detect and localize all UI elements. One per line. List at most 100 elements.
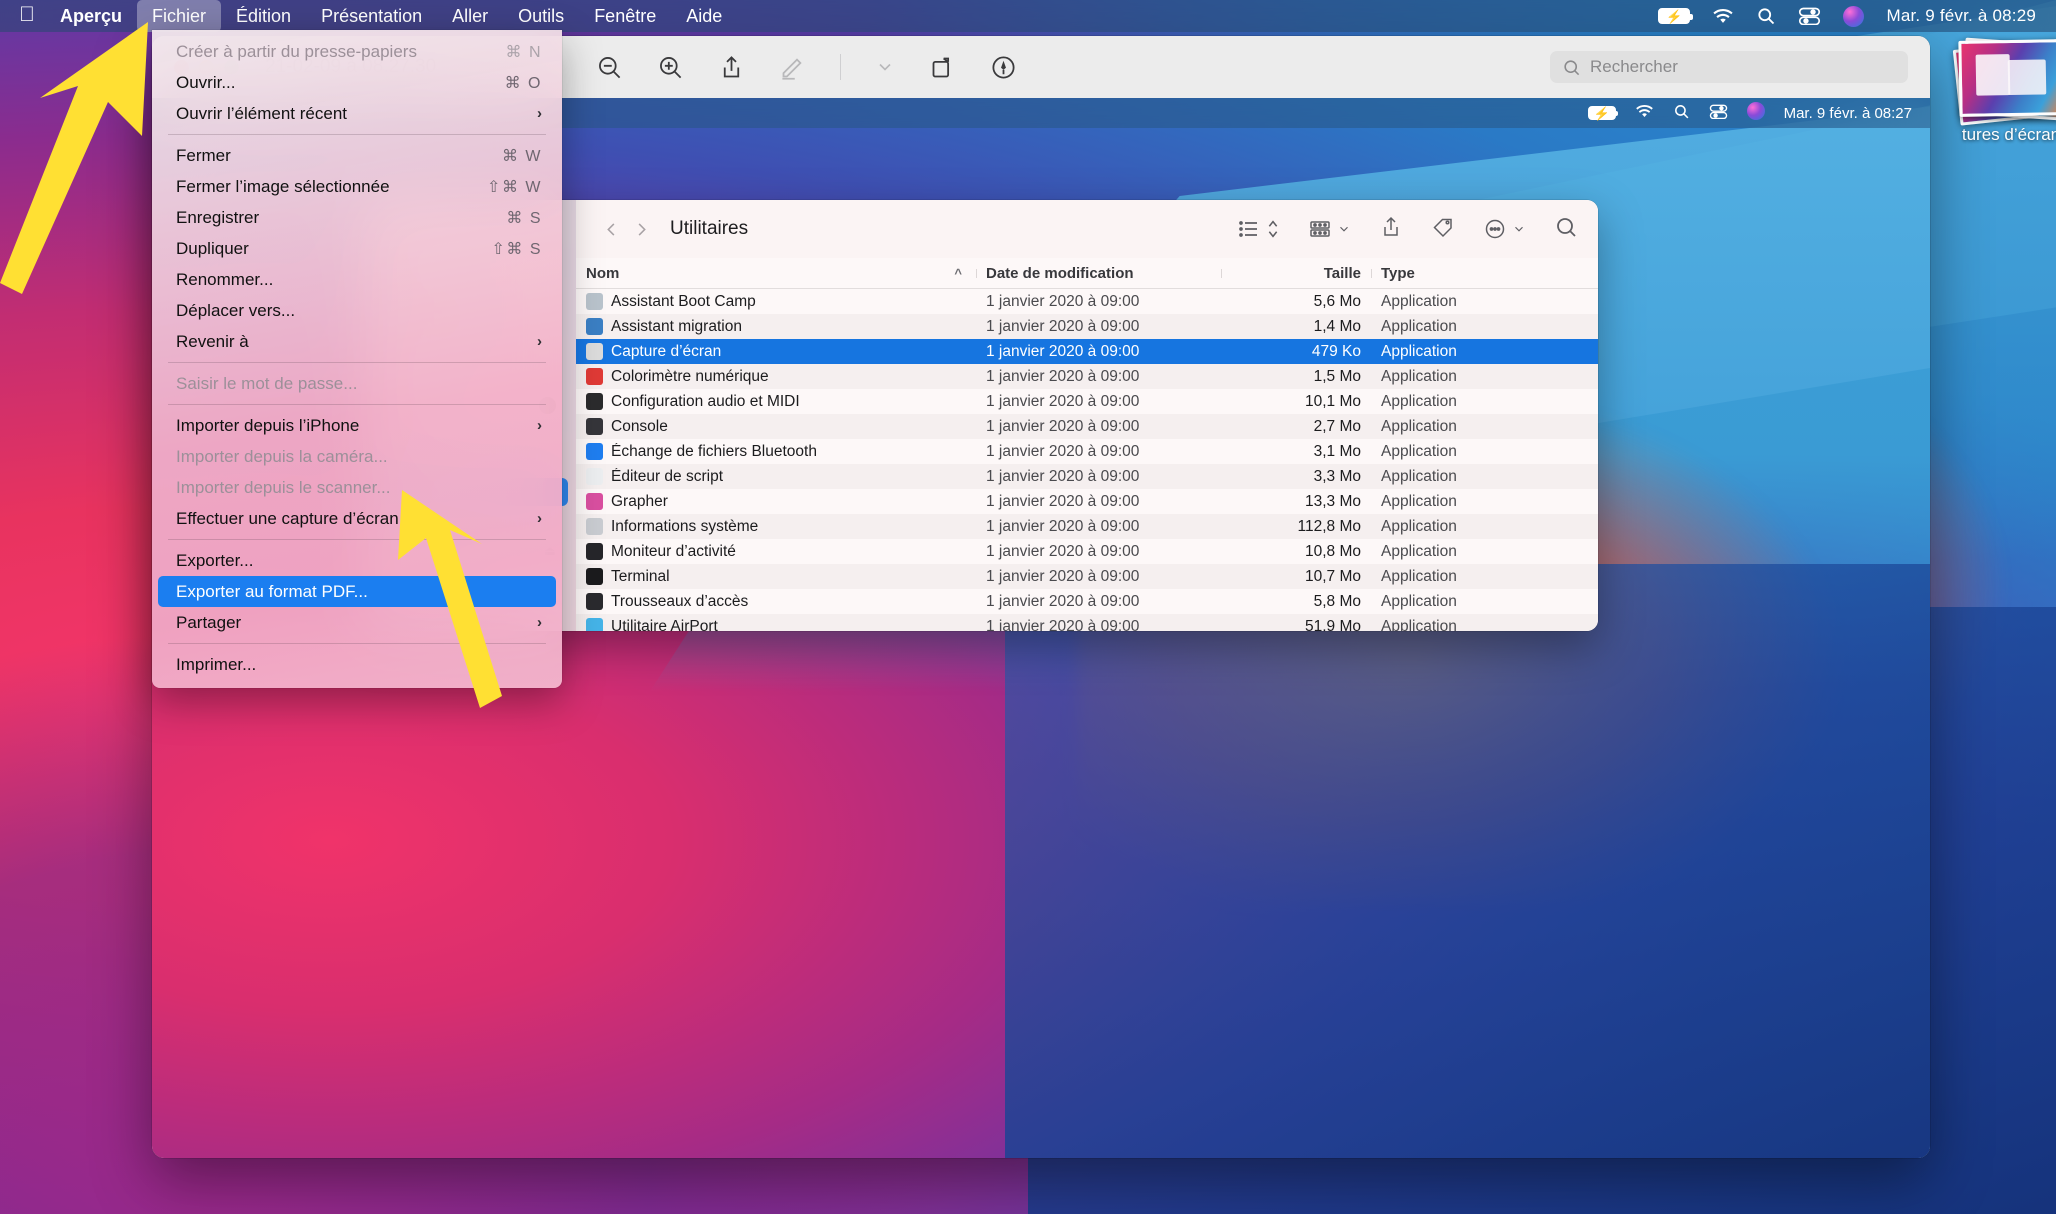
screenshots-stack-thumbnail: [1952, 37, 2056, 126]
menubar-item-fichier[interactable]: Fichier: [137, 0, 222, 32]
search-icon[interactable]: [1554, 215, 1578, 244]
file-date: 1 janvier 2020 à 09:00: [986, 392, 1140, 410]
table-row[interactable]: Grapher 1 janvier 2020 à 09:00 13,3 Mo Appl…: [576, 489, 1598, 514]
menu-item-ouvrir[interactable]: Ouvrir... ⌘ O: [158, 67, 556, 98]
table-row[interactable]: Capture d’écran 1 janvier 2020 à 09:00 479…: [576, 339, 1598, 364]
chevron-left-icon[interactable]: [596, 214, 626, 244]
chevron-right-icon: ›: [537, 333, 542, 350]
menu-item-exporter[interactable]: Exporter...: [158, 545, 556, 576]
menu-item-shortcut: ⇧⌘ W: [487, 178, 542, 196]
chevron-down-icon[interactable]: [875, 57, 895, 77]
chevron-right-icon[interactable]: [626, 214, 656, 244]
table-row[interactable]: Utilitaire AirPort 1 janvier 2020 à 09:00…: [576, 614, 1598, 631]
menu-item-revenir-à[interactable]: Revenir à ›: [158, 326, 556, 357]
menu-item-label: Enregistrer: [176, 207, 260, 227]
menu-item-ouvrir-lélément-récent[interactable]: Ouvrir l’élément récent ›: [158, 98, 556, 129]
app-icon: [586, 443, 603, 460]
file-size: 13,3 Mo: [1304, 492, 1361, 510]
app-icon: [586, 468, 603, 485]
menu-separator: [168, 643, 546, 644]
menu-item-fermer-limage-sélectionnée[interactable]: Fermer l’image sélectionnée ⇧⌘ W: [158, 171, 556, 202]
file-size: 5,8 Mo: [1313, 592, 1361, 610]
finder-file-list[interactable]: Assistant Boot Camp 1 janvier 2020 à 09:0…: [576, 289, 1598, 631]
file-size: 1,4 Mo: [1313, 317, 1361, 335]
table-row[interactable]: Trousseaux d’accès 1 janvier 2020 à 09:00…: [576, 589, 1598, 614]
file-menu-dropdown[interactable]: Créer à partir du presse-papiers ⌘ N Ouvri…: [152, 30, 562, 688]
app-icon: [586, 343, 603, 360]
menu-item-enregistrer[interactable]: Enregistrer ⌘ S: [158, 202, 556, 233]
file-name: Colorimètre numérique: [611, 367, 769, 385]
menu-item-label: Revenir à: [176, 331, 249, 351]
sort-chevrons-icon: [1268, 220, 1278, 238]
finder-toolbar: Utilitaires: [576, 200, 1598, 258]
column-header-date[interactable]: Date de modification: [976, 265, 1221, 282]
table-row[interactable]: Terminal 1 janvier 2020 à 09:00 10,7 Mo App…: [576, 564, 1598, 589]
menubar-clock[interactable]: Mar. 9 févr. à 08:29: [1886, 6, 2036, 26]
zoom-out-icon[interactable]: [596, 54, 623, 81]
menu-item-fermer[interactable]: Fermer ⌘ W: [158, 140, 556, 171]
view-mode-control[interactable]: [1237, 217, 1280, 241]
siri-icon[interactable]: [1843, 5, 1865, 27]
menu-item-importer-depuis-liphone[interactable]: Importer depuis l’iPhone ›: [158, 410, 556, 441]
app-icon: [586, 543, 603, 560]
file-name: Trousseaux d’accès: [611, 592, 749, 610]
menu-item-renommer[interactable]: Renommer...: [158, 264, 556, 295]
sort-ascending-icon: ^: [954, 265, 962, 281]
table-row[interactable]: Colorimètre numérique 1 janvier 2020 à 09…: [576, 364, 1598, 389]
menu-item-imprimer[interactable]: Imprimer...: [158, 649, 556, 680]
apple-logo-icon[interactable]: : [0, 4, 54, 28]
chevron-right-icon: ›: [537, 614, 542, 631]
menu-item-importer-depuis-le-scanner: Importer depuis le scanner...: [158, 472, 556, 503]
column-header-taille[interactable]: Taille: [1221, 265, 1371, 282]
table-row[interactable]: Échange de fichiers Bluetooth 1 janvier 2…: [576, 439, 1598, 464]
menu-separator: [168, 539, 546, 540]
file-size: 5,6 Mo: [1313, 292, 1361, 310]
app-icon: [586, 518, 603, 535]
menu-item-effectuer-une-capture-décran[interactable]: Effectuer une capture d’écran ›: [158, 503, 556, 534]
share-icon[interactable]: [1379, 215, 1403, 244]
table-row[interactable]: Éditeur de script 1 janvier 2020 à 09:00 3…: [576, 464, 1598, 489]
menu-item-label: Ouvrir l’élément récent: [176, 103, 348, 123]
table-row[interactable]: Moniteur d’activité 1 janvier 2020 à 09:0…: [576, 539, 1598, 564]
control-center-icon[interactable]: [1798, 7, 1821, 25]
annotate-icon[interactable]: [990, 54, 1017, 81]
markup-pen-icon[interactable]: [779, 54, 806, 81]
preview-search-field[interactable]: Rechercher: [1550, 51, 1908, 83]
menubar-item-aide[interactable]: Aide: [671, 0, 737, 32]
menu-separator: [168, 362, 546, 363]
share-icon[interactable]: [718, 54, 745, 81]
menu-item-saisir-le-mot-de-passe: Saisir le mot de passe...: [158, 368, 556, 399]
table-row[interactable]: Configuration audio et MIDI 1 janvier 202…: [576, 389, 1598, 414]
table-row[interactable]: Console 1 janvier 2020 à 09:00 2,7 Mo Appli…: [576, 414, 1598, 439]
file-date: 1 janvier 2020 à 09:00: [986, 542, 1140, 560]
menubar-app-name[interactable]: Aperçu: [54, 0, 137, 32]
file-date: 1 janvier 2020 à 09:00: [986, 367, 1140, 385]
wifi-icon[interactable]: [1712, 8, 1734, 25]
menubar-item-presentation[interactable]: Présentation: [306, 0, 437, 32]
rotate-icon[interactable]: [929, 54, 956, 81]
more-actions-control[interactable]: [1483, 217, 1526, 241]
group-by-control[interactable]: [1308, 217, 1351, 241]
menu-item-shortcut: ⌘ W: [501, 147, 542, 165]
tag-icon[interactable]: [1431, 215, 1455, 244]
menubar-item-outils[interactable]: Outils: [503, 0, 579, 32]
app-icon: [586, 368, 603, 385]
column-header-type[interactable]: Type: [1371, 265, 1598, 282]
file-date: 1 janvier 2020 à 09:00: [986, 467, 1140, 485]
desktop-icon-screenshots-stack[interactable]: tures d’écran: [1936, 37, 2056, 145]
more-actions-icon: [1485, 219, 1505, 239]
menu-item-partager[interactable]: Partager ›: [158, 607, 556, 638]
menubar-item-aller[interactable]: Aller: [437, 0, 503, 32]
table-row[interactable]: Informations système 1 janvier 2020 à 09:…: [576, 514, 1598, 539]
table-row[interactable]: Assistant Boot Camp 1 janvier 2020 à 09:0…: [576, 289, 1598, 314]
table-row[interactable]: Assistant migration 1 janvier 2020 à 09:0…: [576, 314, 1598, 339]
spotlight-search-icon[interactable]: [1756, 6, 1776, 26]
battery-charging-icon[interactable]: ⚡: [1658, 8, 1694, 24]
menu-item-dupliquer[interactable]: Dupliquer ⇧⌘ S: [158, 233, 556, 264]
zoom-in-icon[interactable]: [657, 54, 684, 81]
menu-item-déplacer-vers[interactable]: Déplacer vers...: [158, 295, 556, 326]
menubar-item-fenetre[interactable]: Fenêtre: [579, 0, 671, 32]
menu-item-exporter-au-format-pdf[interactable]: Exporter au format PDF...: [158, 576, 556, 607]
column-header-nom[interactable]: Nom ^: [576, 265, 976, 282]
menubar-item-edition[interactable]: Édition: [221, 0, 306, 32]
